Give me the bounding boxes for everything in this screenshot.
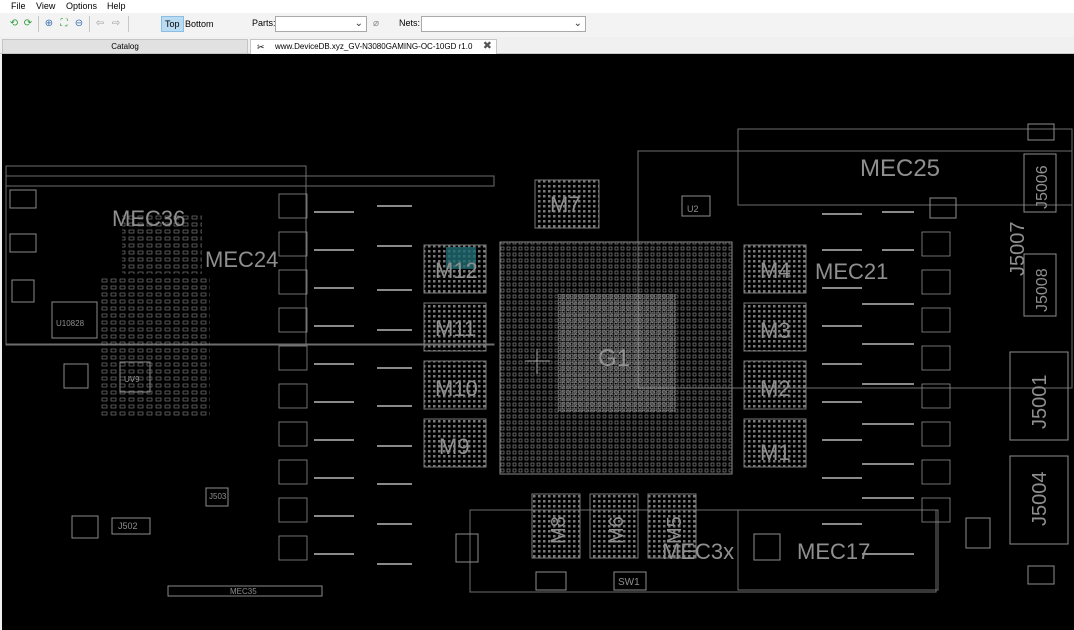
tab-bar: Catalog ✂ www.DeviceDB.xyz_GV-N3080GAMIN…: [0, 37, 1074, 54]
label-j5001: J5001: [1029, 375, 1051, 430]
label-j5008: J5008: [1034, 268, 1051, 312]
label-j503: J503: [209, 492, 227, 501]
top-side-button[interactable]: Top: [161, 16, 184, 32]
label-m2: M2: [760, 376, 791, 401]
parts-label: Parts:: [252, 18, 276, 28]
toolbar: ⟲ ⟳ ⊕ ⛶ ⊖ ⇦ ⇨ Top Bottom Parts: ⌄ ⌀ Nets…: [0, 13, 1074, 37]
menu-view[interactable]: View: [36, 1, 55, 11]
label-j5006: J5006: [1034, 165, 1051, 209]
label-mec35: MEC35: [230, 587, 257, 596]
menu-bar: File View Options Help: [0, 0, 1074, 13]
label-m9: M9: [439, 434, 470, 459]
label-u10828: U10828: [56, 319, 85, 328]
label-u9: UV9: [124, 375, 140, 384]
forward-arrow-icon[interactable]: ⇨: [110, 18, 122, 30]
label-u2: U2: [687, 204, 699, 214]
rotate-left-icon[interactable]: ⟲: [8, 18, 20, 30]
label-m12: M12: [435, 258, 478, 283]
label-m7: M7: [550, 192, 581, 217]
toolbar-separator: [89, 16, 90, 32]
nets-label: Nets:: [399, 18, 421, 28]
tab-document[interactable]: ✂ www.DeviceDB.xyz_GV-N3080GAMING-OC-10G…: [250, 39, 497, 54]
label-j5007: J5007: [1007, 222, 1029, 277]
chevron-down-icon: ⌄: [573, 18, 582, 29]
pin-icon[interactable]: ✂: [257, 40, 265, 54]
vrm-left: [278, 193, 308, 561]
tab-document-label: www.DeviceDB.xyz_GV-N3080GAMING-OC-10GD …: [275, 42, 473, 51]
menu-options[interactable]: Options: [66, 1, 97, 11]
label-m10: M10: [435, 376, 478, 401]
bottom-side-button[interactable]: Bottom: [182, 16, 217, 32]
label-g1: G1: [598, 345, 630, 372]
vrm-right: [921, 231, 951, 523]
label-m8: M8: [548, 516, 570, 544]
label-sw1: SW1: [618, 577, 640, 588]
tab-catalog[interactable]: Catalog: [2, 39, 248, 54]
label-m1: M1: [760, 440, 791, 465]
toolbar-separator: [128, 16, 129, 32]
label-m6: M6: [606, 516, 628, 544]
label-j502: J502: [118, 521, 138, 531]
label-mec25: MEC25: [860, 155, 940, 182]
menu-file[interactable]: File: [11, 1, 26, 11]
label-m4: M4: [760, 258, 791, 283]
parts-select[interactable]: ⌄: [275, 16, 367, 32]
tab-catalog-label: Catalog: [111, 42, 139, 51]
clear-filter-icon[interactable]: ⌀: [370, 18, 382, 30]
label-m11: M11: [435, 316, 476, 341]
nets-select[interactable]: ⌄: [421, 16, 586, 32]
label-m3: M3: [760, 318, 791, 343]
label-mec21: MEC21: [815, 259, 888, 284]
board-view[interactable]: MEC25 MEC21 MEC17 MEC3x MEC36 MEC24 MEC3…: [2, 54, 1074, 630]
back-arrow-icon[interactable]: ⇦: [94, 18, 106, 30]
label-j5004: J5004: [1029, 472, 1051, 527]
zoom-out-icon[interactable]: ⊖: [73, 18, 85, 30]
board-canvas[interactable]: MEC25 MEC21 MEC17 MEC3x MEC36 MEC24 MEC3…: [2, 54, 1074, 630]
label-mec36: MEC36: [112, 206, 185, 231]
zoom-in-icon[interactable]: ⊕: [43, 18, 55, 30]
label-mec24: MEC24: [205, 247, 278, 272]
chevron-down-icon: ⌄: [354, 18, 363, 29]
label-mec17: MEC17: [797, 539, 870, 564]
rotate-right-icon[interactable]: ⟳: [22, 18, 34, 30]
close-icon[interactable]: ✖: [483, 39, 492, 53]
toolbar-separator: [38, 16, 39, 32]
label-m5: M5: [664, 516, 686, 544]
menu-help[interactable]: Help: [107, 1, 126, 11]
zoom-fit-icon[interactable]: ⛶: [58, 18, 70, 30]
